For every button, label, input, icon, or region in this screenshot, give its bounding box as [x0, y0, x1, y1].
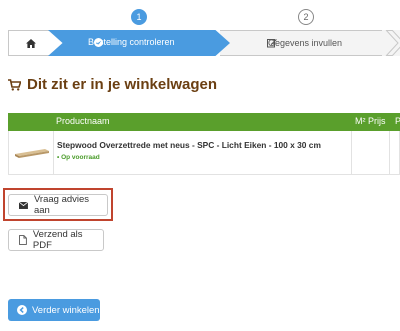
home-icon — [26, 39, 36, 48]
col-productnaam: Productnaam — [56, 116, 110, 126]
step-gegevens-label: Gegevens invullen — [268, 38, 343, 48]
cart-icon — [8, 78, 21, 91]
send-pdf-button[interactable]: Verzend als PDF — [8, 229, 104, 251]
page-title: Dit zit er in je winkelwagen — [8, 76, 217, 93]
column-divider — [53, 131, 54, 175]
continue-shopping-label: Verder winkelen — [32, 304, 100, 316]
product-name[interactable]: Stepwood Overzettrede met neus - SPC - L… — [57, 140, 321, 150]
checkout-steps: Gegevens invullen Bestelling controleren — [8, 30, 400, 56]
stock-status: • Op voorraad — [57, 154, 100, 161]
send-pdf-label: Verzend als PDF — [32, 229, 83, 251]
step-bestelling-label: Bestelling controleren — [88, 37, 175, 47]
envelope-icon — [19, 201, 28, 209]
cart-table: Productnaam M² Prijs P Stepwood Overzett… — [8, 113, 400, 175]
col-m2-prijs: M² Prijs — [355, 116, 386, 126]
table-row: Stepwood Overzettrede met neus - SPC - L… — [8, 131, 400, 175]
step-arrow-edge — [382, 30, 400, 56]
page-title-text: Dit zit er in je winkelwagen — [27, 76, 218, 93]
col-next: P — [395, 116, 400, 126]
stock-text: Op voorraad — [61, 154, 100, 161]
product-thumbnail[interactable] — [11, 137, 53, 167]
step-gegevens[interactable]: Gegevens invullen — [220, 30, 400, 56]
column-divider — [351, 131, 352, 175]
step-bestelling[interactable]: Bestelling controleren — [48, 30, 230, 56]
step-number-1: 1 — [131, 9, 147, 25]
step-home[interactable] — [8, 30, 56, 56]
continue-shopping-button[interactable]: Verder winkelen — [8, 299, 100, 321]
cart-table-header: Productnaam M² Prijs P — [8, 113, 400, 131]
column-divider — [389, 131, 390, 175]
request-advice-label: Vraag advies aan — [33, 194, 90, 216]
step-number-2: 2 — [298, 9, 314, 25]
file-icon — [19, 235, 27, 245]
arrow-left-circle-icon — [17, 305, 27, 315]
request-advice-button[interactable]: Vraag advies aan — [8, 194, 108, 216]
